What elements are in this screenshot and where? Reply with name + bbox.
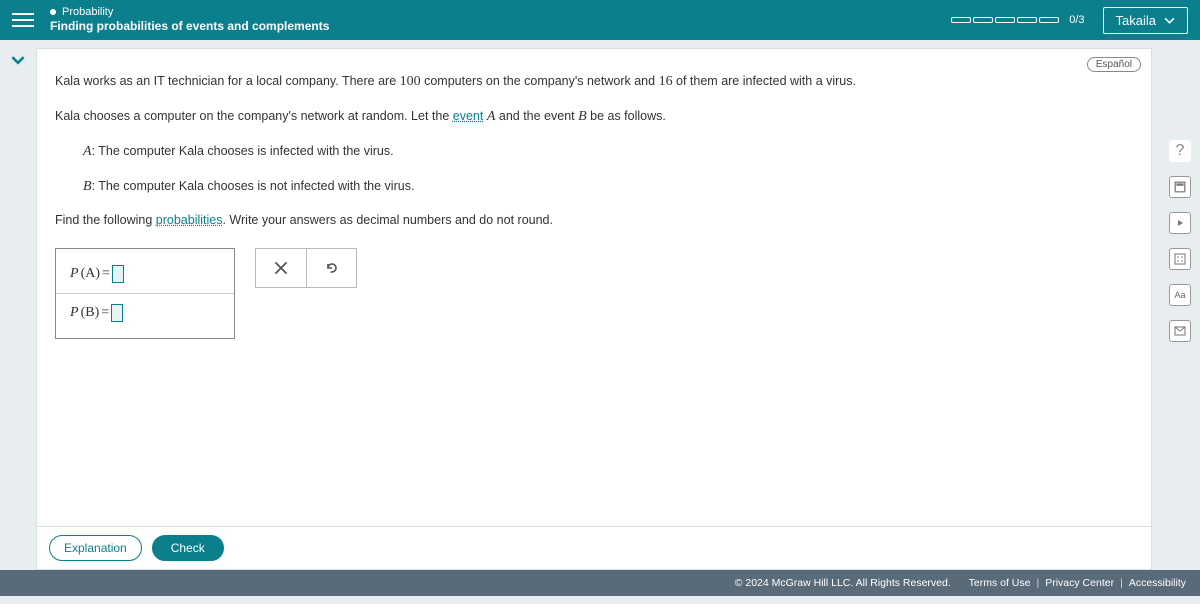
x-icon bbox=[274, 261, 288, 275]
text: : The computer Kala chooses is infected … bbox=[92, 144, 394, 158]
mail-icon[interactable] bbox=[1169, 320, 1191, 342]
help-icon[interactable]: ? bbox=[1169, 140, 1191, 162]
value-total: 100 bbox=[400, 74, 421, 89]
language-button[interactable]: Español bbox=[1087, 57, 1141, 72]
side-toolbar: ? Aa bbox=[1160, 40, 1200, 570]
user-name: Takaila bbox=[1116, 13, 1156, 28]
undo-button[interactable] bbox=[306, 249, 356, 287]
answer-row-pb: P(B) = bbox=[70, 304, 220, 322]
chevron-down-icon bbox=[11, 53, 25, 67]
text: Kala chooses a computer on the company's… bbox=[55, 109, 453, 123]
header-titles: Probability Finding probabilities of eve… bbox=[50, 5, 951, 35]
progress-count: 0/3 bbox=[1069, 14, 1084, 26]
text: : The computer Kala chooses is not infec… bbox=[92, 179, 415, 193]
topic-category: Probability bbox=[62, 5, 113, 19]
text: and the event bbox=[495, 109, 578, 123]
clear-button[interactable] bbox=[256, 249, 306, 287]
video-icon[interactable] bbox=[1169, 212, 1191, 234]
answer-area: P(A) = P(B) = bbox=[55, 248, 1133, 339]
var-B: B bbox=[578, 109, 587, 124]
menu-hamburger-icon[interactable] bbox=[12, 9, 34, 31]
chevron-down-icon bbox=[1164, 15, 1175, 26]
input-pb[interactable] bbox=[111, 304, 123, 322]
app-header: Probability Finding probabilities of eve… bbox=[0, 0, 1200, 40]
answer-row-pa: P(A) = bbox=[70, 265, 220, 283]
var-B: B bbox=[83, 179, 92, 194]
value-infected: 16 bbox=[659, 74, 673, 89]
status-dot-icon bbox=[50, 9, 56, 15]
text: computers on the company's network and bbox=[421, 74, 659, 88]
input-pa[interactable] bbox=[112, 265, 124, 283]
toolbox bbox=[255, 248, 357, 288]
workspace: Español Kala works as an IT technician f… bbox=[0, 40, 1200, 570]
text: = bbox=[102, 266, 110, 282]
link-event[interactable]: event bbox=[453, 109, 484, 123]
copyright-text: © 2024 McGraw Hill LLC. All Rights Reser… bbox=[735, 577, 951, 589]
text: be as follows. bbox=[587, 109, 666, 123]
undo-icon bbox=[324, 260, 340, 276]
text-size-icon[interactable]: Aa bbox=[1169, 284, 1191, 306]
text: . Write your answers as decimal numbers … bbox=[222, 213, 553, 227]
link-privacy[interactable]: Privacy Center bbox=[1045, 577, 1114, 589]
footer: © 2024 McGraw Hill LLC. All Rights Reser… bbox=[0, 570, 1200, 596]
text: P bbox=[70, 305, 79, 321]
divider bbox=[56, 293, 234, 294]
topic-title: Finding probabilities of events and comp… bbox=[50, 19, 951, 35]
answer-box: P(A) = P(B) = bbox=[55, 248, 235, 339]
text: Find the following bbox=[55, 213, 156, 227]
user-menu-button[interactable]: Takaila bbox=[1103, 7, 1188, 34]
text: of them are infected with a virus. bbox=[673, 74, 856, 88]
calculator-icon[interactable] bbox=[1169, 176, 1191, 198]
collapse-toggle[interactable] bbox=[8, 50, 28, 70]
progress-bar bbox=[951, 17, 1059, 23]
text: P bbox=[70, 266, 79, 282]
text: Kala works as an IT technician for a loc… bbox=[55, 74, 400, 88]
problem-text: Kala works as an IT technician for a loc… bbox=[55, 71, 1133, 230]
link-terms[interactable]: Terms of Use bbox=[969, 577, 1031, 589]
action-bar: Explanation Check bbox=[37, 526, 1151, 569]
keypad-icon[interactable] bbox=[1169, 248, 1191, 270]
text: = bbox=[101, 305, 109, 321]
explanation-button[interactable]: Explanation bbox=[49, 535, 142, 561]
link-probabilities[interactable]: probabilities bbox=[156, 213, 223, 227]
var-A: A bbox=[83, 144, 92, 159]
text: (B) bbox=[81, 305, 100, 321]
link-accessibility[interactable]: Accessibility bbox=[1129, 577, 1186, 589]
check-button[interactable]: Check bbox=[152, 535, 224, 561]
problem-panel: Español Kala works as an IT technician f… bbox=[36, 48, 1152, 570]
text: (A) bbox=[81, 266, 100, 282]
